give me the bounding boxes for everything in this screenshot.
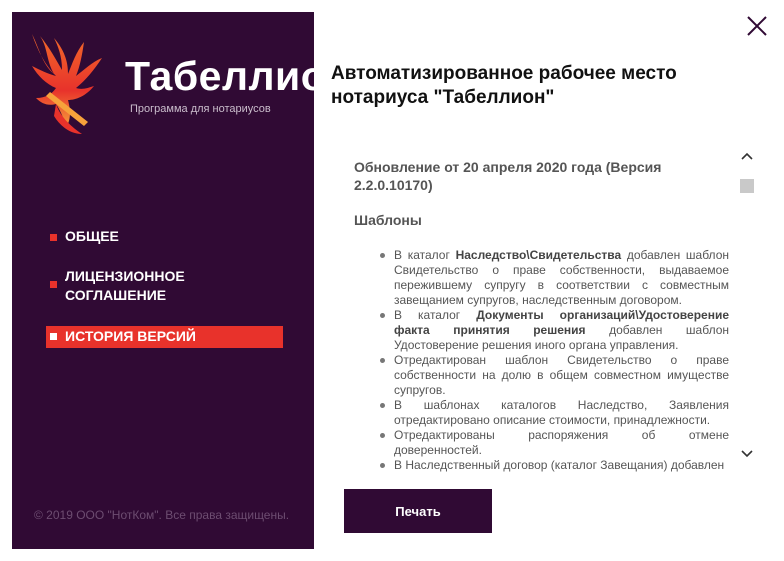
sidebar-item-general[interactable]: ОБЩЕЕ — [46, 227, 283, 246]
scrollbar[interactable] — [738, 144, 756, 464]
list-item: В каталог Наследство\Свидетельства добав… — [380, 248, 729, 307]
close-icon[interactable] — [746, 15, 768, 37]
scrollbar-thumb[interactable] — [740, 179, 754, 193]
sidebar-item-label: ИСТОРИЯ ВЕРСИЙ — [65, 328, 196, 344]
version-history-content[interactable]: Обновление от 20 апреля 2020 года (Верси… — [334, 144, 738, 478]
section-heading: Шаблоны — [354, 212, 422, 228]
print-button[interactable]: Печать — [344, 489, 492, 533]
sidebar-item-label: ЛИЦЕНЗИОННОЕ СОГЛАШЕНИЕ — [65, 268, 185, 303]
bullet-icon — [50, 234, 57, 241]
sidebar: Табеллион Программа для нотариусов ОБЩЕЕ… — [12, 12, 351, 549]
bullet-icon — [50, 281, 57, 288]
chevron-up-icon[interactable] — [738, 148, 756, 166]
list-item: Отредактирован шаблон Свидетельство о пр… — [380, 353, 729, 397]
chevron-down-icon[interactable] — [738, 444, 756, 462]
page-title: Автоматизированное рабочее место нотариу… — [331, 63, 677, 108]
logo-subtitle: Программа для нотариусов — [130, 103, 271, 115]
copyright: © 2019 ООО "НотКом". Все права защищены. — [34, 508, 290, 522]
logo-title: Табеллион — [125, 53, 352, 99]
changes-list: В каталог Наследство\Свидетельства добав… — [334, 248, 738, 473]
sidebar-item-license[interactable]: ЛИЦЕНЗИОННОЕ СОГЛАШЕНИЕ — [46, 267, 283, 305]
list-item: В шаблонах каталогов Наследство, Заявлен… — [380, 398, 729, 427]
list-item: Отредактированы распоряжения об отмене д… — [380, 428, 729, 457]
phoenix-logo-icon — [32, 34, 102, 134]
version-heading: Обновление от 20 апреля 2020 года (Верси… — [354, 159, 662, 193]
sidebar-item-version-history[interactable]: ИСТОРИЯ ВЕРСИЙ — [46, 326, 283, 348]
list-item: В Наследственный договор (каталог Завеща… — [380, 458, 729, 473]
bullet-icon — [50, 333, 57, 340]
sidebar-item-label: ОБЩЕЕ — [65, 228, 119, 244]
list-item: В каталог Документы организаций\Удостове… — [380, 308, 730, 352]
